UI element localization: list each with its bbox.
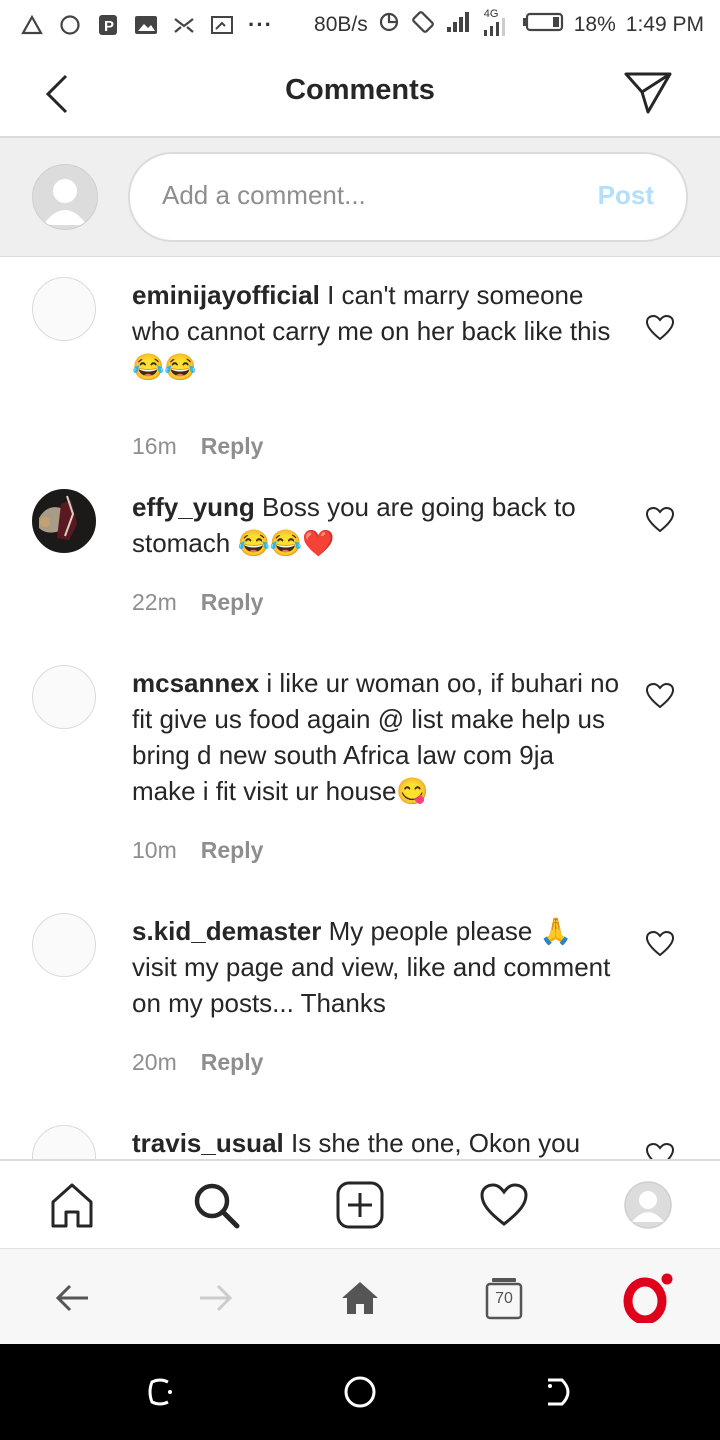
page-title: Comments [285, 74, 435, 106]
signal-4g-icon: 4G [482, 8, 512, 38]
like-heart-icon[interactable] [645, 682, 675, 709]
battery-percent: 18% [573, 13, 616, 36]
like-heart-icon[interactable] [645, 930, 675, 957]
comment-time: 22m [132, 589, 177, 615]
opera-logo-icon [623, 1273, 673, 1323]
comment-username[interactable]: s.kid_demaster [132, 916, 321, 946]
image-app-icon [134, 13, 158, 37]
comment-username[interactable]: effy_yung [132, 492, 255, 522]
avatar[interactable] [32, 665, 96, 729]
like-heart-icon[interactable] [645, 314, 675, 341]
tabs-count: 70 [495, 1290, 513, 1307]
recents-icon [148, 1378, 172, 1406]
reply-button[interactable]: Reply [201, 837, 264, 863]
avatar[interactable] [32, 913, 96, 977]
home-icon [51, 1183, 93, 1228]
warning-triangle-icon [20, 13, 44, 37]
add-comment-bar: Add a comment... Post [0, 138, 720, 257]
battery-icon [522, 12, 564, 38]
browser-forward-button[interactable] [191, 1273, 241, 1323]
cast-icon [210, 13, 234, 37]
avatar[interactable] [32, 277, 96, 341]
add-post-icon [336, 1181, 384, 1229]
arrow-right-icon [200, 1284, 233, 1312]
profile-avatar-icon [624, 1181, 672, 1229]
post-button[interactable]: Post [598, 180, 654, 211]
network-speed: 80B/s [314, 13, 368, 36]
more-notifications: ··· [248, 12, 273, 37]
current-user-avatar [32, 164, 98, 230]
like-heart-icon[interactable] [645, 506, 675, 533]
browser-home-button[interactable] [335, 1273, 385, 1323]
clock: 1:49 PM [625, 13, 704, 36]
recent-apps-button[interactable] [140, 1372, 180, 1412]
avatar[interactable] [32, 489, 96, 553]
paper-plane-icon [624, 72, 672, 114]
signal-icon [446, 11, 472, 39]
like-heart-icon[interactable] [645, 1142, 675, 1159]
data-saver-icon [378, 11, 400, 39]
tab-activity[interactable] [476, 1177, 532, 1233]
notification-icon [172, 13, 196, 37]
tab-profile[interactable] [620, 1177, 676, 1233]
chat-bubble-icon [58, 13, 82, 37]
home-filled-icon [342, 1282, 378, 1314]
browser-tabs-button[interactable]: 70 [479, 1273, 529, 1323]
heart-icon [480, 1183, 528, 1226]
avatar[interactable] [32, 1125, 96, 1159]
system-back-button[interactable] [540, 1372, 580, 1412]
comment-placeholder: Add a comment... [162, 180, 366, 210]
reply-button[interactable]: Reply [201, 433, 264, 459]
comment-body: Is she the one, Okon you [290, 1128, 581, 1158]
tab-home[interactable] [44, 1177, 100, 1233]
browser-back-button[interactable] [47, 1273, 97, 1323]
comments-header: Comments [0, 50, 720, 138]
rotate-icon [410, 9, 436, 41]
browser-toolbar: 70 [0, 1248, 720, 1345]
status-bar: P ··· 80B/s 4G 18% 1:49 PM [0, 0, 720, 50]
comment-input[interactable]: Add a comment... Post [128, 152, 688, 242]
comment-time: 16m [132, 433, 177, 459]
comment-username[interactable]: travis_usual [132, 1128, 284, 1158]
bottom-tab-bar [0, 1159, 720, 1249]
tab-search[interactable] [188, 1177, 244, 1233]
comment-username[interactable]: eminijayofficial [132, 280, 320, 310]
system-home-button[interactable] [340, 1372, 380, 1412]
reply-button[interactable]: Reply [201, 589, 264, 615]
share-button[interactable] [620, 68, 676, 118]
comments-list: eminijayofficial I can't marry someone w… [0, 257, 720, 1159]
system-nav-bar [0, 1344, 720, 1440]
arrow-left-icon [55, 1284, 88, 1312]
comment-time: 10m [132, 837, 177, 863]
opera-menu-button[interactable] [623, 1273, 673, 1323]
search-icon [194, 1183, 240, 1229]
back-icon [548, 1378, 570, 1406]
circle-home-icon [344, 1376, 376, 1408]
comment-time: 20m [132, 1049, 177, 1075]
tab-new-post[interactable] [332, 1177, 388, 1233]
comment-username[interactable]: mcsannex [132, 668, 259, 698]
reply-button[interactable]: Reply [201, 1049, 264, 1075]
p-app-icon: P [96, 13, 120, 37]
svg-text:P: P [104, 18, 114, 35]
